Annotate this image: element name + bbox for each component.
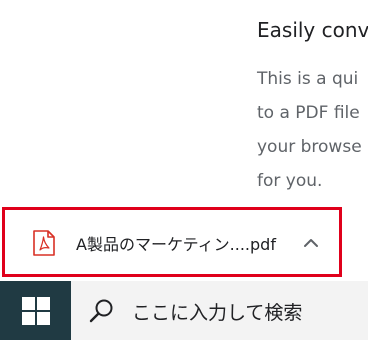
browser-page-content: Easily conv This is a qui to a PDF file … xyxy=(0,0,368,204)
article-heading: Easily conv xyxy=(257,18,368,42)
windows-logo-icon xyxy=(21,296,50,325)
article-body: This is a qui to a PDF file your browse … xyxy=(257,66,368,202)
search-icon xyxy=(89,299,113,323)
pdf-icon xyxy=(33,230,55,256)
download-item[interactable]: A製品のマーケティン....pdf xyxy=(2,207,342,277)
taskbar-search-box[interactable]: ここに入力して検索 xyxy=(71,281,368,340)
start-button[interactable] xyxy=(0,281,71,340)
download-file-name[interactable]: A製品のマーケティン....pdf xyxy=(76,231,276,255)
article-line: This is a qui xyxy=(257,69,359,89)
search-placeholder[interactable]: ここに入力して検索 xyxy=(132,298,302,325)
article-line: your browse xyxy=(257,137,362,157)
article-line: for you. xyxy=(257,171,323,191)
taskbar: ここに入力して検索 xyxy=(0,281,368,340)
article-line: to a PDF file xyxy=(257,103,360,123)
chevron-up-icon[interactable] xyxy=(302,236,320,248)
